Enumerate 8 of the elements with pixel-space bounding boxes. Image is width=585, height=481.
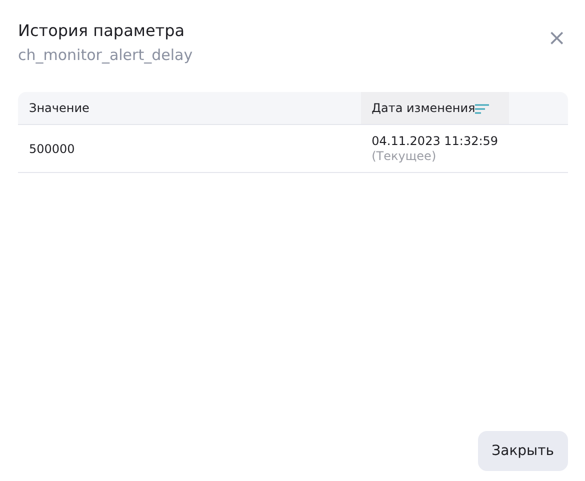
column-header[interactable]: Дата изменения (360, 92, 510, 124)
dialog-title: История параметра (18, 20, 186, 42)
value-cell: 500000 (29, 142, 75, 156)
date-cell: 04.11.2023 11:32:59 (372, 134, 498, 148)
parameter-name: ch_monitor_alert_delay (18, 45, 193, 66)
column-header[interactable]: Значение (18, 92, 361, 124)
close-button[interactable]: Закрыть (478, 431, 568, 471)
status-note: (Текущее) (372, 149, 438, 163)
